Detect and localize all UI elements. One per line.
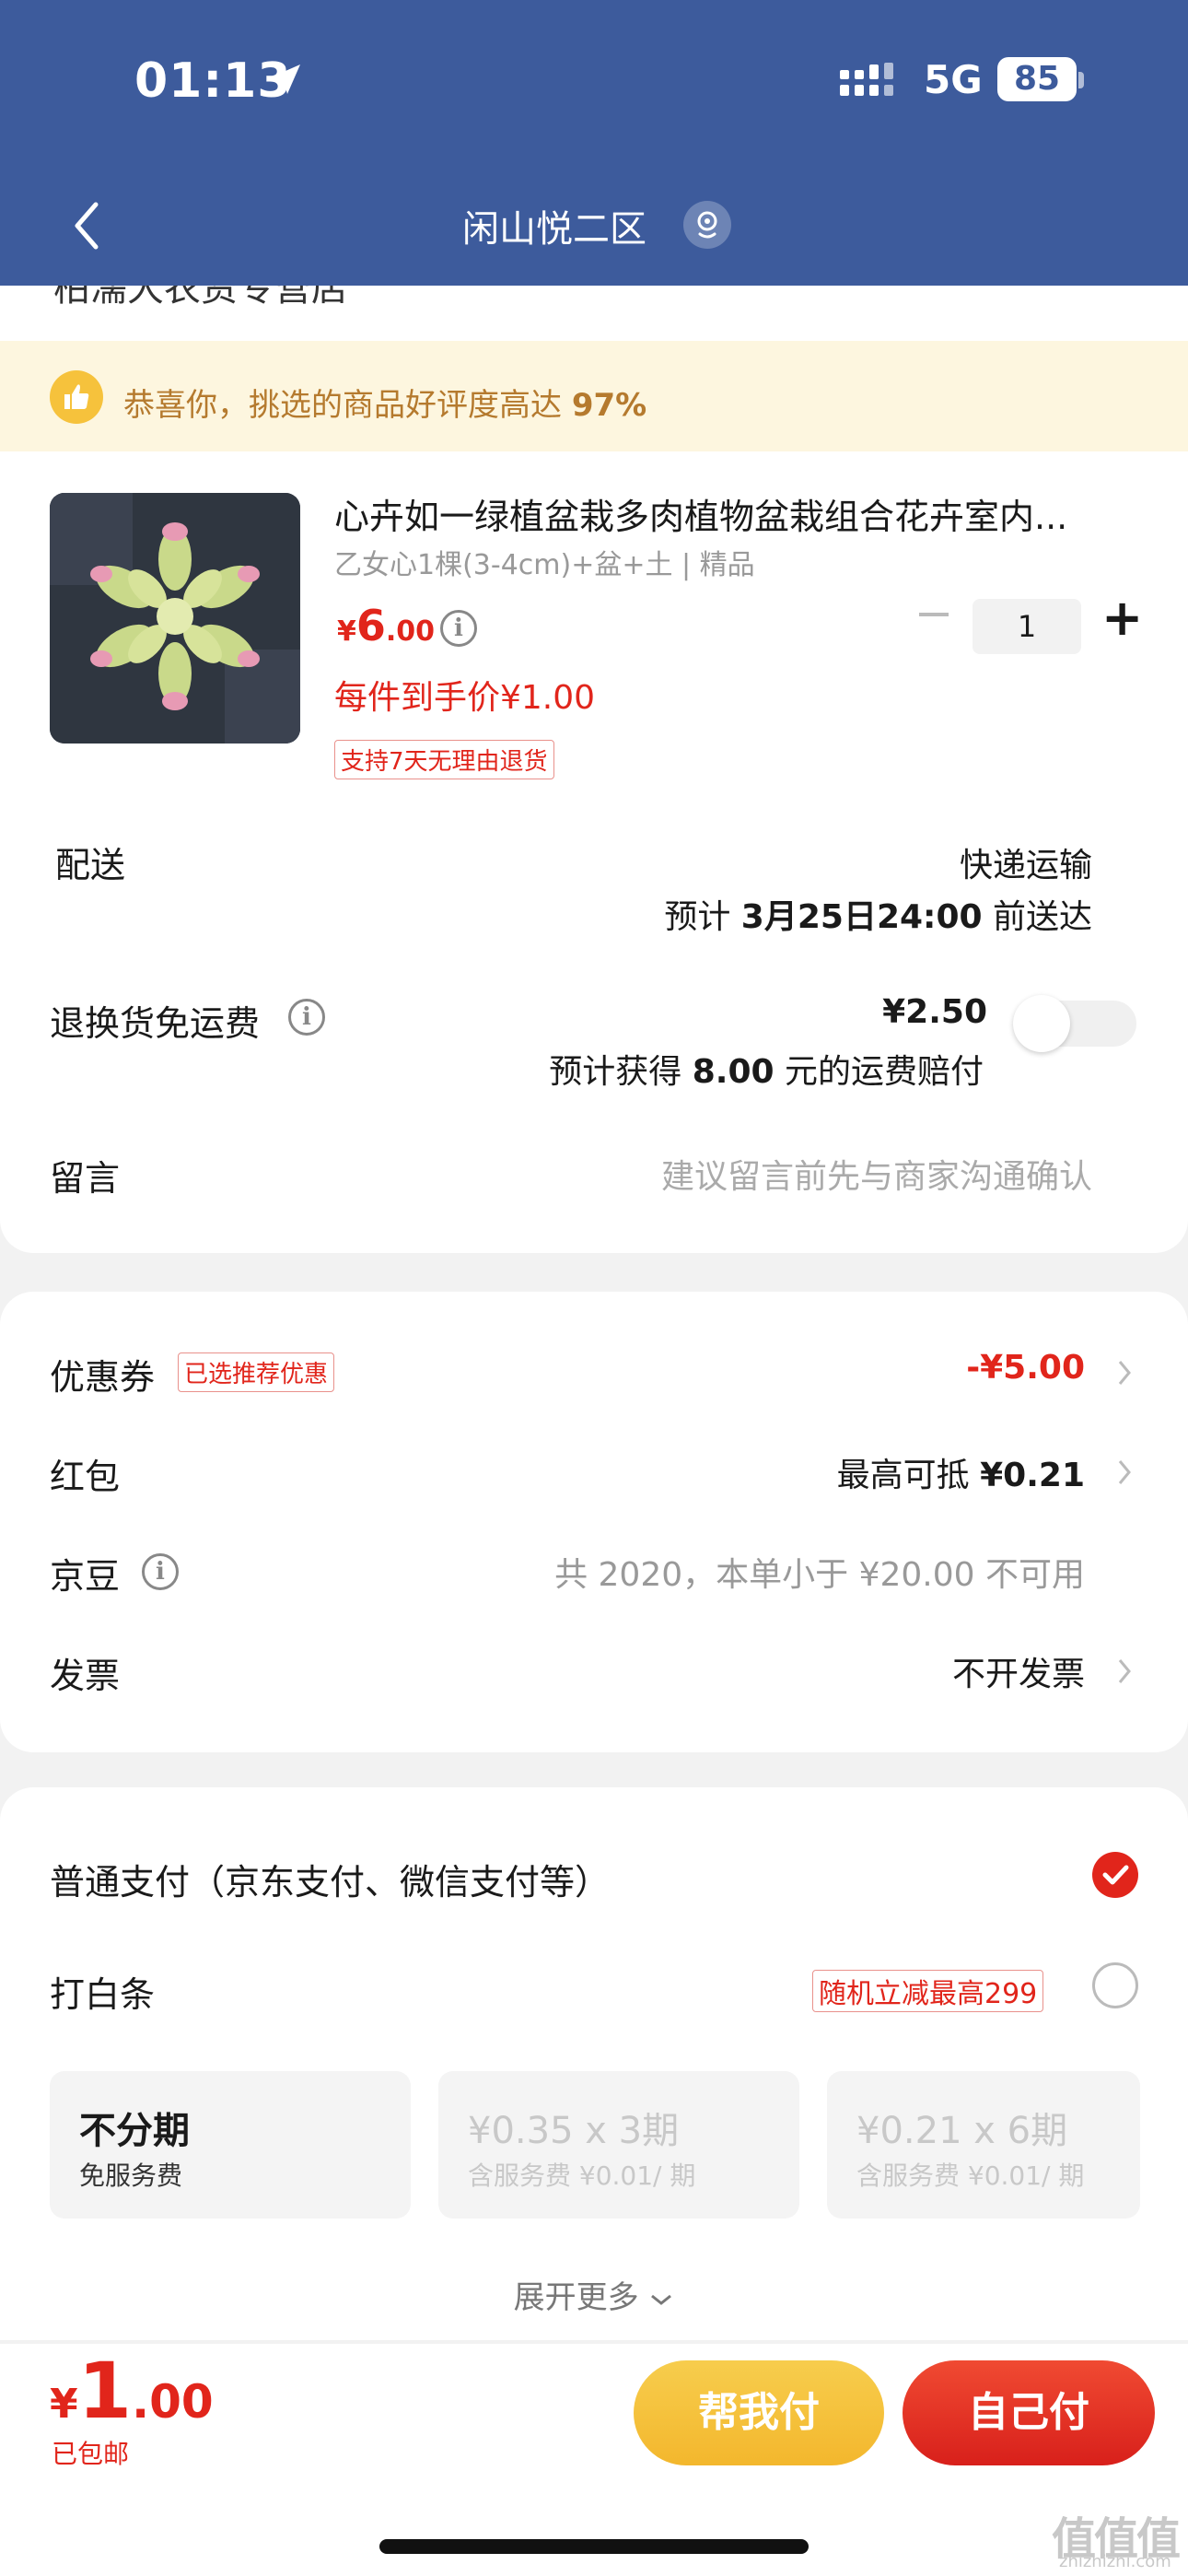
jd-beans-value: 共 2020，本单小于 ¥20.00 不可用 (554, 1556, 1085, 1594)
note-prefix: 预计获得 (549, 1053, 693, 1091)
expand-more-label: 展开更多 (513, 2279, 639, 2316)
delivery-method[interactable]: 快递运输 (960, 838, 1092, 886)
installment-sub: 含服务费 ¥0.01/ 期 (856, 2160, 1085, 2191)
red-packet-prefix: 最高可抵 (836, 1457, 981, 1494)
product-title[interactable]: 心卉如一绿植盆栽多肉植物盆栽组合花卉室内... (334, 488, 1117, 539)
note-suffix: 元的运费赔付 (774, 1053, 984, 1091)
return-shipping-toggle[interactable] (1013, 995, 1136, 1052)
installment-main: 不分期 (79, 2110, 190, 2152)
free-shipping-label: 已包邮 (52, 2439, 130, 2469)
location-pin-icon[interactable] (683, 201, 731, 249)
red-packet-label: 红包 (50, 1457, 121, 1497)
coupon-value[interactable]: -¥5.00 (966, 1349, 1085, 1387)
quantity-decrease-button[interactable] (919, 613, 949, 616)
normal-payment-label[interactable]: 普通支付（京东支付、微信支付等） (50, 1854, 610, 1904)
chevron-right-icon[interactable] (1116, 1358, 1133, 1388)
rating-banner-text: 恭喜你，挑选的商品好评度高达 97% (123, 380, 646, 425)
return-shipping-label: 退换货免运费 (50, 1003, 261, 1044)
baitiao-radio[interactable] (1092, 1962, 1138, 2008)
installment-main: ¥0.21 x 6期 (856, 2110, 1068, 2152)
network-label: 5G (924, 57, 983, 102)
chevron-right-icon[interactable] (1116, 1458, 1133, 1487)
chevron-down-icon (651, 2294, 672, 2305)
installment-option[interactable]: ¥0.35 x 3期 含服务费 ¥0.01/ 期 (438, 2071, 799, 2219)
message-input[interactable]: 建议留言前先与商家沟通确认 (661, 1150, 1092, 1198)
rating-value: 97% (571, 387, 647, 424)
help-pay-button[interactable]: 帮我付 (634, 2360, 884, 2465)
jd-beans-label: 京豆 (50, 1556, 121, 1597)
total-integer: 1 (77, 2346, 133, 2436)
note-amount: 8.00 (692, 1053, 775, 1091)
product-image[interactable] (50, 493, 300, 744)
price-integer: 6 (355, 601, 386, 650)
invoice-value[interactable]: 不开发票 (952, 1647, 1085, 1695)
thumbs-up-icon (50, 370, 103, 424)
price-info-icon[interactable]: i (440, 610, 477, 647)
eta-date: 3月25日24:00 (740, 898, 983, 936)
signal-icon (840, 63, 893, 96)
return-shipping-note: 预计获得 8.00 元的运费赔付 (549, 1045, 984, 1093)
price-currency: ¥ (337, 615, 356, 648)
message-label: 留言 (50, 1158, 121, 1199)
self-pay-button[interactable]: 自己付 (903, 2360, 1155, 2465)
return-shipping-info-icon[interactable]: i (288, 999, 325, 1036)
location-arrow-icon (271, 64, 300, 94)
installment-option[interactable]: 不分期 免服务费 (50, 2071, 411, 2219)
toggle-knob (1013, 995, 1070, 1052)
coupon-label: 优惠券 (50, 1357, 156, 1398)
red-packet-value[interactable]: 最高可抵 ¥0.21 (837, 1448, 1085, 1496)
installment-main: ¥0.35 x 3期 (468, 2110, 680, 2152)
quantity-increase-button[interactable]: + (1101, 593, 1143, 643)
invoice-label: 发票 (50, 1656, 121, 1696)
coupon-recommended-tag: 已选推荐优惠 (178, 1352, 335, 1392)
rating-banner-prefix: 恭喜你，挑选的商品好评度高达 (123, 387, 572, 424)
chevron-right-icon[interactable] (1116, 1657, 1133, 1686)
page-title: 闲山悦二区 (462, 208, 646, 251)
delivery-eta: 预计 3月25日24:00 前送达 (664, 890, 1092, 938)
return-shipping-price: ¥2.50 (882, 993, 987, 1031)
eta-suffix: 前送达 (982, 898, 1092, 936)
product-spec[interactable]: 乙女心1棵(3-4cm)+盆+土 | 精品 (334, 542, 755, 582)
unit-price: 每件到手价¥1.00 (334, 679, 596, 717)
baitiao-label[interactable]: 打白条 (50, 1966, 155, 2017)
normal-payment-radio[interactable] (1092, 1852, 1138, 1898)
rating-banner: 恭喜你，挑选的商品好评度高达 97% (0, 341, 1188, 451)
installment-sub: 免服务费 (79, 2160, 183, 2191)
total-decimal: .00 (132, 2375, 214, 2429)
installment-sub: 含服务费 ¥0.01/ 期 (468, 2160, 696, 2191)
expand-more-button[interactable]: 展开更多 (0, 2272, 1188, 2317)
baitiao-promo-tag: 随机立减最高299 (812, 1970, 1044, 2012)
return-policy-tag: 支持7天无理由退货 (334, 740, 554, 779)
battery-indicator: 85 (997, 57, 1077, 101)
installment-option[interactable]: ¥0.21 x 6期 含服务费 ¥0.01/ 期 (827, 2071, 1140, 2219)
top-header: 01:13 5G 85 闲山悦二区 (0, 0, 1188, 286)
home-indicator[interactable] (379, 2539, 809, 2554)
price-decimal: .00 (385, 615, 436, 648)
watermark-url: zhizhizhi.com (1059, 2552, 1171, 2571)
total-price: ¥1.00 (50, 2346, 214, 2436)
jd-beans-info-icon[interactable]: i (142, 1553, 179, 1590)
red-packet-amount: ¥0.21 (980, 1457, 1085, 1494)
battery-tip (1078, 72, 1084, 88)
quantity-input[interactable]: 1 (973, 599, 1081, 654)
product-price: ¥6.00 (337, 601, 435, 650)
eta-prefix: 预计 (664, 898, 741, 936)
total-currency: ¥ (50, 2381, 78, 2428)
delivery-label: 配送 (55, 845, 126, 885)
